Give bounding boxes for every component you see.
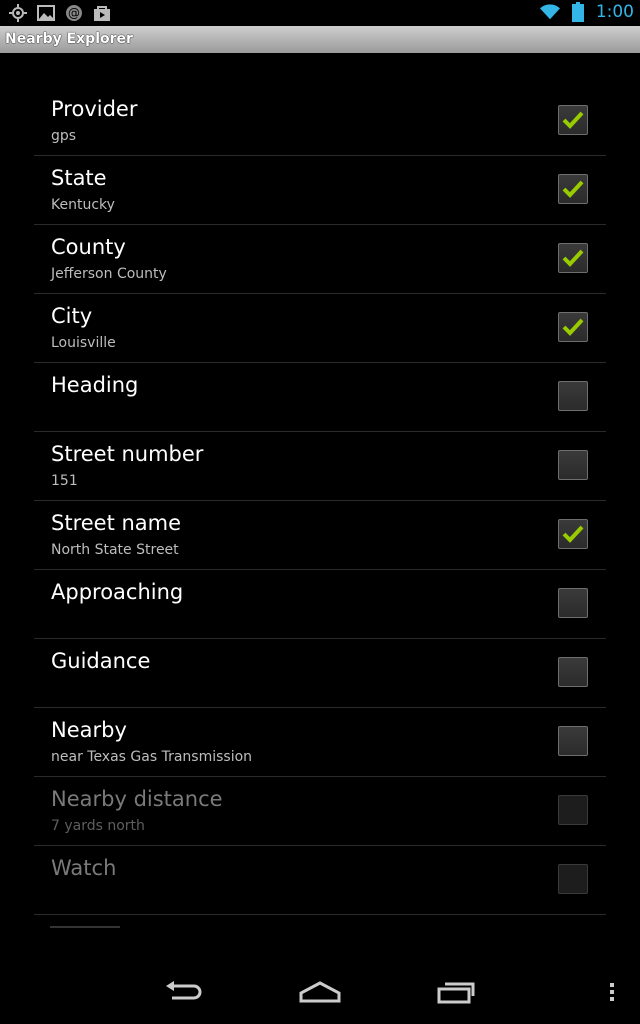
title-bar: Nearby Explorer: [0, 26, 640, 53]
checkmark-icon: [562, 180, 584, 198]
preference-title: Approaching: [51, 580, 184, 604]
watch-checkbox: [558, 864, 588, 894]
overflow-menu-icon[interactable]: [582, 974, 640, 1010]
navigation-bar: [0, 960, 640, 1024]
wifi-icon: [539, 2, 560, 22]
preference-summary: Jefferson County: [51, 266, 167, 282]
preference-title: Guidance: [51, 649, 151, 673]
clock: 1:00: [595, 2, 634, 22]
back-icon[interactable]: [154, 974, 214, 1010]
preference-summary: gps: [51, 128, 77, 144]
preference-title: Street number: [51, 442, 204, 466]
system-icons: 1:00: [539, 2, 634, 22]
preferences-list: Provider gps State Kentucky County Jeffe…: [34, 87, 606, 915]
preference-summary: 7 yards north: [51, 818, 145, 834]
preference-guidance[interactable]: Guidance: [34, 639, 606, 708]
county-checkbox[interactable]: [558, 243, 588, 273]
preference-title: Nearby: [51, 718, 127, 742]
street-number-checkbox[interactable]: [558, 450, 588, 480]
preference-title: City: [51, 304, 93, 328]
preference-summary: North State Street: [51, 542, 179, 558]
home-icon[interactable]: [290, 974, 350, 1010]
preference-title: Heading: [51, 373, 139, 397]
preference-city[interactable]: City Louisville: [34, 294, 606, 363]
preference-summary: near Texas Gas Transmission: [51, 749, 253, 765]
guidance-checkbox[interactable]: [558, 657, 588, 687]
preference-nearby-distance: Nearby distance 7 yards north: [34, 777, 606, 846]
preference-street-number[interactable]: Street number 151: [34, 432, 606, 501]
status-bar: @ 1:00: [0, 0, 640, 26]
checkmark-icon: [562, 318, 584, 336]
store-bag-icon: [92, 3, 112, 23]
state-checkbox[interactable]: [558, 174, 588, 204]
preference-street-name[interactable]: Street name North State Street: [34, 501, 606, 570]
checkmark-icon: [562, 111, 584, 129]
preference-heading[interactable]: Heading: [34, 363, 606, 432]
provider-checkbox[interactable]: [558, 105, 588, 135]
svg-text:@: @: [68, 6, 80, 20]
checkmark-icon: [562, 249, 584, 267]
preference-title: Watch: [51, 856, 117, 880]
preference-watch: Watch: [34, 846, 606, 915]
preference-title: State: [51, 166, 107, 190]
heading-checkbox[interactable]: [558, 381, 588, 411]
preference-nearby[interactable]: Nearby near Texas Gas Transmission: [34, 708, 606, 777]
gallery-icon: [36, 3, 56, 23]
recents-icon[interactable]: [427, 974, 487, 1010]
approaching-checkbox[interactable]: [558, 588, 588, 618]
preference-summary: Louisville: [51, 335, 116, 351]
nearby-distance-checkbox: [558, 795, 588, 825]
clipped-next-item: [50, 922, 130, 930]
notification-icons: @: [8, 3, 112, 23]
email-at-icon: @: [64, 3, 84, 23]
street-name-checkbox[interactable]: [558, 519, 588, 549]
preference-title: Nearby distance: [51, 787, 223, 811]
gps-icon: [8, 3, 28, 23]
nearby-checkbox[interactable]: [558, 726, 588, 756]
city-checkbox[interactable]: [558, 312, 588, 342]
preference-county[interactable]: County Jefferson County: [34, 225, 606, 294]
preference-provider[interactable]: Provider gps: [34, 87, 606, 156]
battery-icon: [568, 2, 588, 22]
preference-approaching[interactable]: Approaching: [34, 570, 606, 639]
preference-title: Provider: [51, 97, 138, 121]
preference-summary: Kentucky: [51, 197, 115, 213]
app-title: Nearby Explorer: [5, 31, 133, 47]
preference-title: Street name: [51, 511, 182, 535]
preference-summary: 151: [51, 473, 78, 489]
checkmark-icon: [562, 525, 584, 543]
preference-state[interactable]: State Kentucky: [34, 156, 606, 225]
preference-title: County: [51, 235, 126, 259]
